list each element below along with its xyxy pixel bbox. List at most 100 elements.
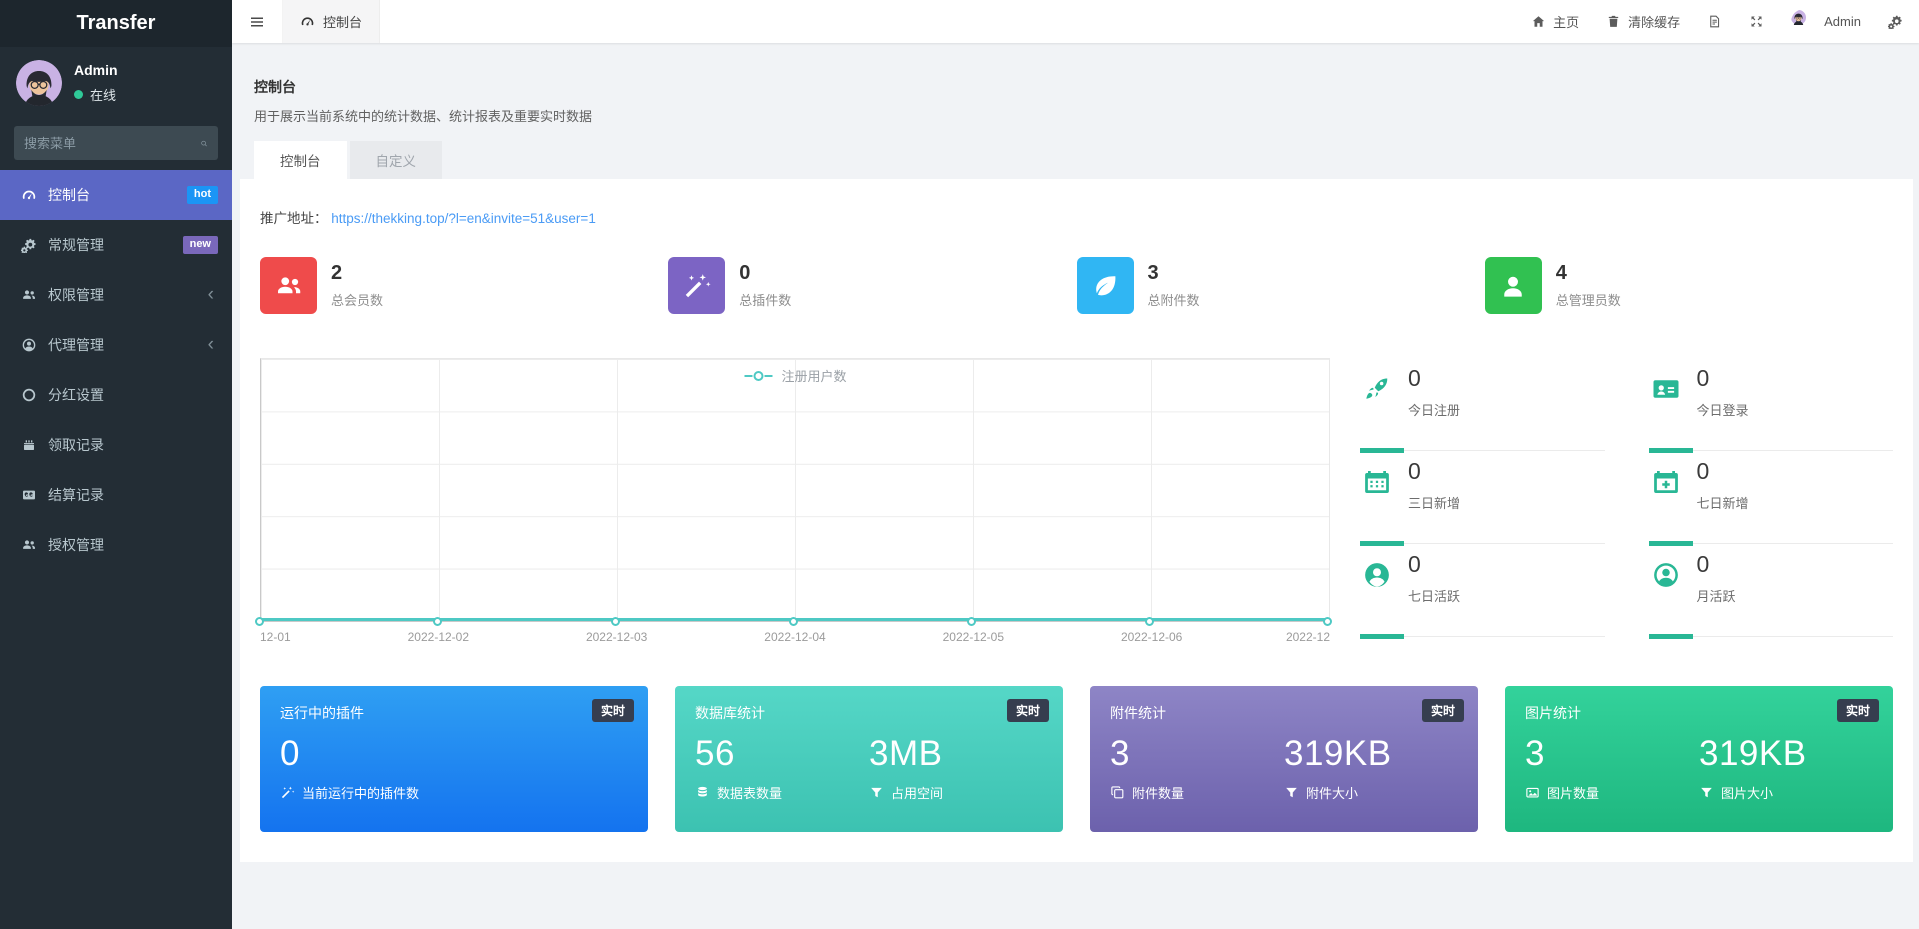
stat-label: 今日注册 <box>1408 403 1461 418</box>
calendar-icon <box>1365 471 1389 493</box>
users-icon <box>23 540 35 549</box>
sidebar-item-agent[interactable]: 代理管理 ‹ <box>0 320 232 370</box>
funnel-icon <box>1701 787 1712 798</box>
topbar: 控制台 主页 清除缓存 Admin <box>232 0 1919 43</box>
user-name: Admin <box>74 62 118 78</box>
sidebar-item-label: 权限管理 <box>48 287 104 303</box>
card-title: 附件统计 <box>1110 705 1166 721</box>
sidebar-item-dividend[interactable]: 分红设置 <box>0 370 232 420</box>
document-icon <box>1710 15 1720 28</box>
cake-icon <box>24 440 34 450</box>
sidebar-item-settle-records[interactable]: 结算记录 <box>0 470 232 520</box>
chevron-left-icon: ‹ <box>207 334 214 355</box>
stat-value: 0 <box>1696 365 1710 391</box>
x-tick-label: 2022-12-06 <box>1120 630 1183 644</box>
copy-icon <box>1111 786 1124 799</box>
card-metric-label: 图片大小 <box>1721 786 1774 801</box>
card-attachment-stats: 附件统计 实时 3 附件数量 319KB 附件大小 <box>1090 686 1478 832</box>
x-tick-label: 12-01 <box>260 630 291 644</box>
card-metric-label: 当前运行中的插件数 <box>302 786 420 801</box>
chart-x-labels: 12-01 2022-12-02 2022-12-03 2022-12-04 2022-… <box>260 622 1330 650</box>
avatar <box>16 60 62 106</box>
promotion-link[interactable]: https://thekking.top/?l=en&invite=51&use… <box>331 211 596 226</box>
realtime-badge: 实时 <box>591 699 634 722</box>
card-title: 运行中的插件 <box>280 705 364 721</box>
sidebar-item-license[interactable]: 授权管理 <box>0 520 232 570</box>
online-status: 在线 <box>90 88 117 103</box>
realtime-badge: 实时 <box>1836 699 1879 722</box>
search-icon[interactable] <box>200 136 208 151</box>
sidebar-item-auth[interactable]: 权限管理 ‹ <box>0 270 232 320</box>
sidebar-item-label: 常规管理 <box>48 237 104 253</box>
sidebar-item-label: 分红设置 <box>48 387 104 403</box>
stat-label: 七日新增 <box>1696 496 1749 511</box>
stat-value: 0 <box>739 262 751 284</box>
card-value: 3 <box>1525 734 1545 773</box>
settings-button[interactable] <box>1888 14 1903 29</box>
stat-value: 3 <box>1147 262 1159 284</box>
sidebar-item-label: 授权管理 <box>48 537 104 553</box>
id-card-icon <box>1653 380 1678 398</box>
sidebar-item-general[interactable]: 常规管理 new <box>0 220 232 270</box>
x-tick-label: 2022-12 <box>1285 630 1330 644</box>
card-image-stats: 图片统计 实时 3 图片数量 319KB 图片大小 <box>1505 686 1893 832</box>
brand-title: Transfer <box>0 0 232 47</box>
realtime-badge: 实时 <box>1006 699 1049 722</box>
clear-cache-label: 清除缓存 <box>1628 15 1681 30</box>
language-button[interactable] <box>1707 14 1722 29</box>
tab-dashboard[interactable]: 控制台 <box>254 141 347 179</box>
main-wrapper: 控制台 用于展示当前系统中的统计数据、统计报表及重要实时数据 控制台 自定义 推… <box>232 43 1919 929</box>
stat-value: 0 <box>1408 365 1421 391</box>
menu-search <box>14 126 218 160</box>
user-panel: Admin 在线 <box>0 47 232 116</box>
stat-value: 0 <box>1696 458 1710 484</box>
home-button[interactable]: 主页 <box>1531 12 1579 31</box>
sidebar-item-label: 结算记录 <box>48 487 104 503</box>
topbar-tab-dashboard[interactable]: 控制台 <box>282 0 381 43</box>
stat-label: 三日新增 <box>1408 496 1461 511</box>
page-title: 控制台 <box>254 79 296 95</box>
hamburger-icon[interactable] <box>232 0 282 43</box>
dashboard-icon <box>22 190 36 201</box>
panel-tabs: 控制台 自定义 <box>254 141 1899 179</box>
dashboard-icon <box>301 17 314 27</box>
tab-custom[interactable]: 自定义 <box>349 141 442 179</box>
fullscreen-button[interactable] <box>1749 14 1764 29</box>
card-value: 3MB <box>869 734 943 773</box>
stat-label: 今日登录 <box>1696 403 1749 418</box>
card-value: 3 <box>1110 734 1130 773</box>
registered-users-chart: 注册用户数 12-01 2022-12-02 2022-12-03 2022-12-0… <box>255 358 1332 650</box>
card-value: 319KB <box>1284 734 1392 773</box>
stat-seven-day-active: 0 七日活跃 <box>1360 544 1605 639</box>
card-metric-label: 数据表数量 <box>717 786 783 801</box>
topbar-nav: 主页 清除缓存 Admin <box>1531 0 1919 43</box>
page-description: 用于展示当前系统中的统计数据、统计报表及重要实时数据 <box>254 109 593 124</box>
new-badge: new <box>182 236 218 254</box>
user-circle-icon <box>1365 563 1389 587</box>
sidebar-item-dashboard[interactable]: 控制台 hot <box>0 170 232 220</box>
card-value: 0 <box>280 734 300 773</box>
promotion-row: 推广地址： https://thekking.top/?l=en&invite=… <box>260 207 1893 227</box>
search-input[interactable] <box>24 135 200 151</box>
stat-total-plugins: 0 总插件数 <box>668 257 1076 314</box>
sidebar-item-claim-records[interactable]: 领取记录 <box>0 420 232 470</box>
circle-icon <box>22 388 36 402</box>
stat-seven-day-new: 0 七日新增 <box>1648 451 1893 546</box>
user-menu[interactable]: Admin <box>1791 9 1861 35</box>
gears-icon <box>21 238 36 253</box>
chart-legend[interactable]: 注册用户数 <box>743 366 847 385</box>
stat-today-login: 0 今日登录 <box>1648 358 1893 453</box>
users-icon <box>260 257 317 314</box>
realtime-cards: 运行中的插件 实时 0 当前运行中的插件数 数据库统计 实时 56 数据表数量 … <box>260 686 1893 832</box>
topbar-tab-label: 控制台 <box>323 15 363 30</box>
card-running-plugins: 运行中的插件 实时 0 当前运行中的插件数 <box>260 686 648 832</box>
daily-stats: 0 今日注册 0 今日登录 0 三日新增 0 七日新增 0 七日活跃 0 月活跃 <box>1360 358 1893 650</box>
card-title: 数据库统计 <box>695 705 765 721</box>
funnel-icon <box>1286 787 1297 798</box>
leaf-icon <box>1076 257 1134 314</box>
user-circle-outline-icon <box>1653 563 1678 587</box>
clear-cache-button[interactable]: 清除缓存 <box>1606 12 1680 31</box>
home-label: 主页 <box>1553 15 1580 30</box>
card-title: 图片统计 <box>1525 705 1581 721</box>
magic-wand-icon <box>281 786 295 799</box>
